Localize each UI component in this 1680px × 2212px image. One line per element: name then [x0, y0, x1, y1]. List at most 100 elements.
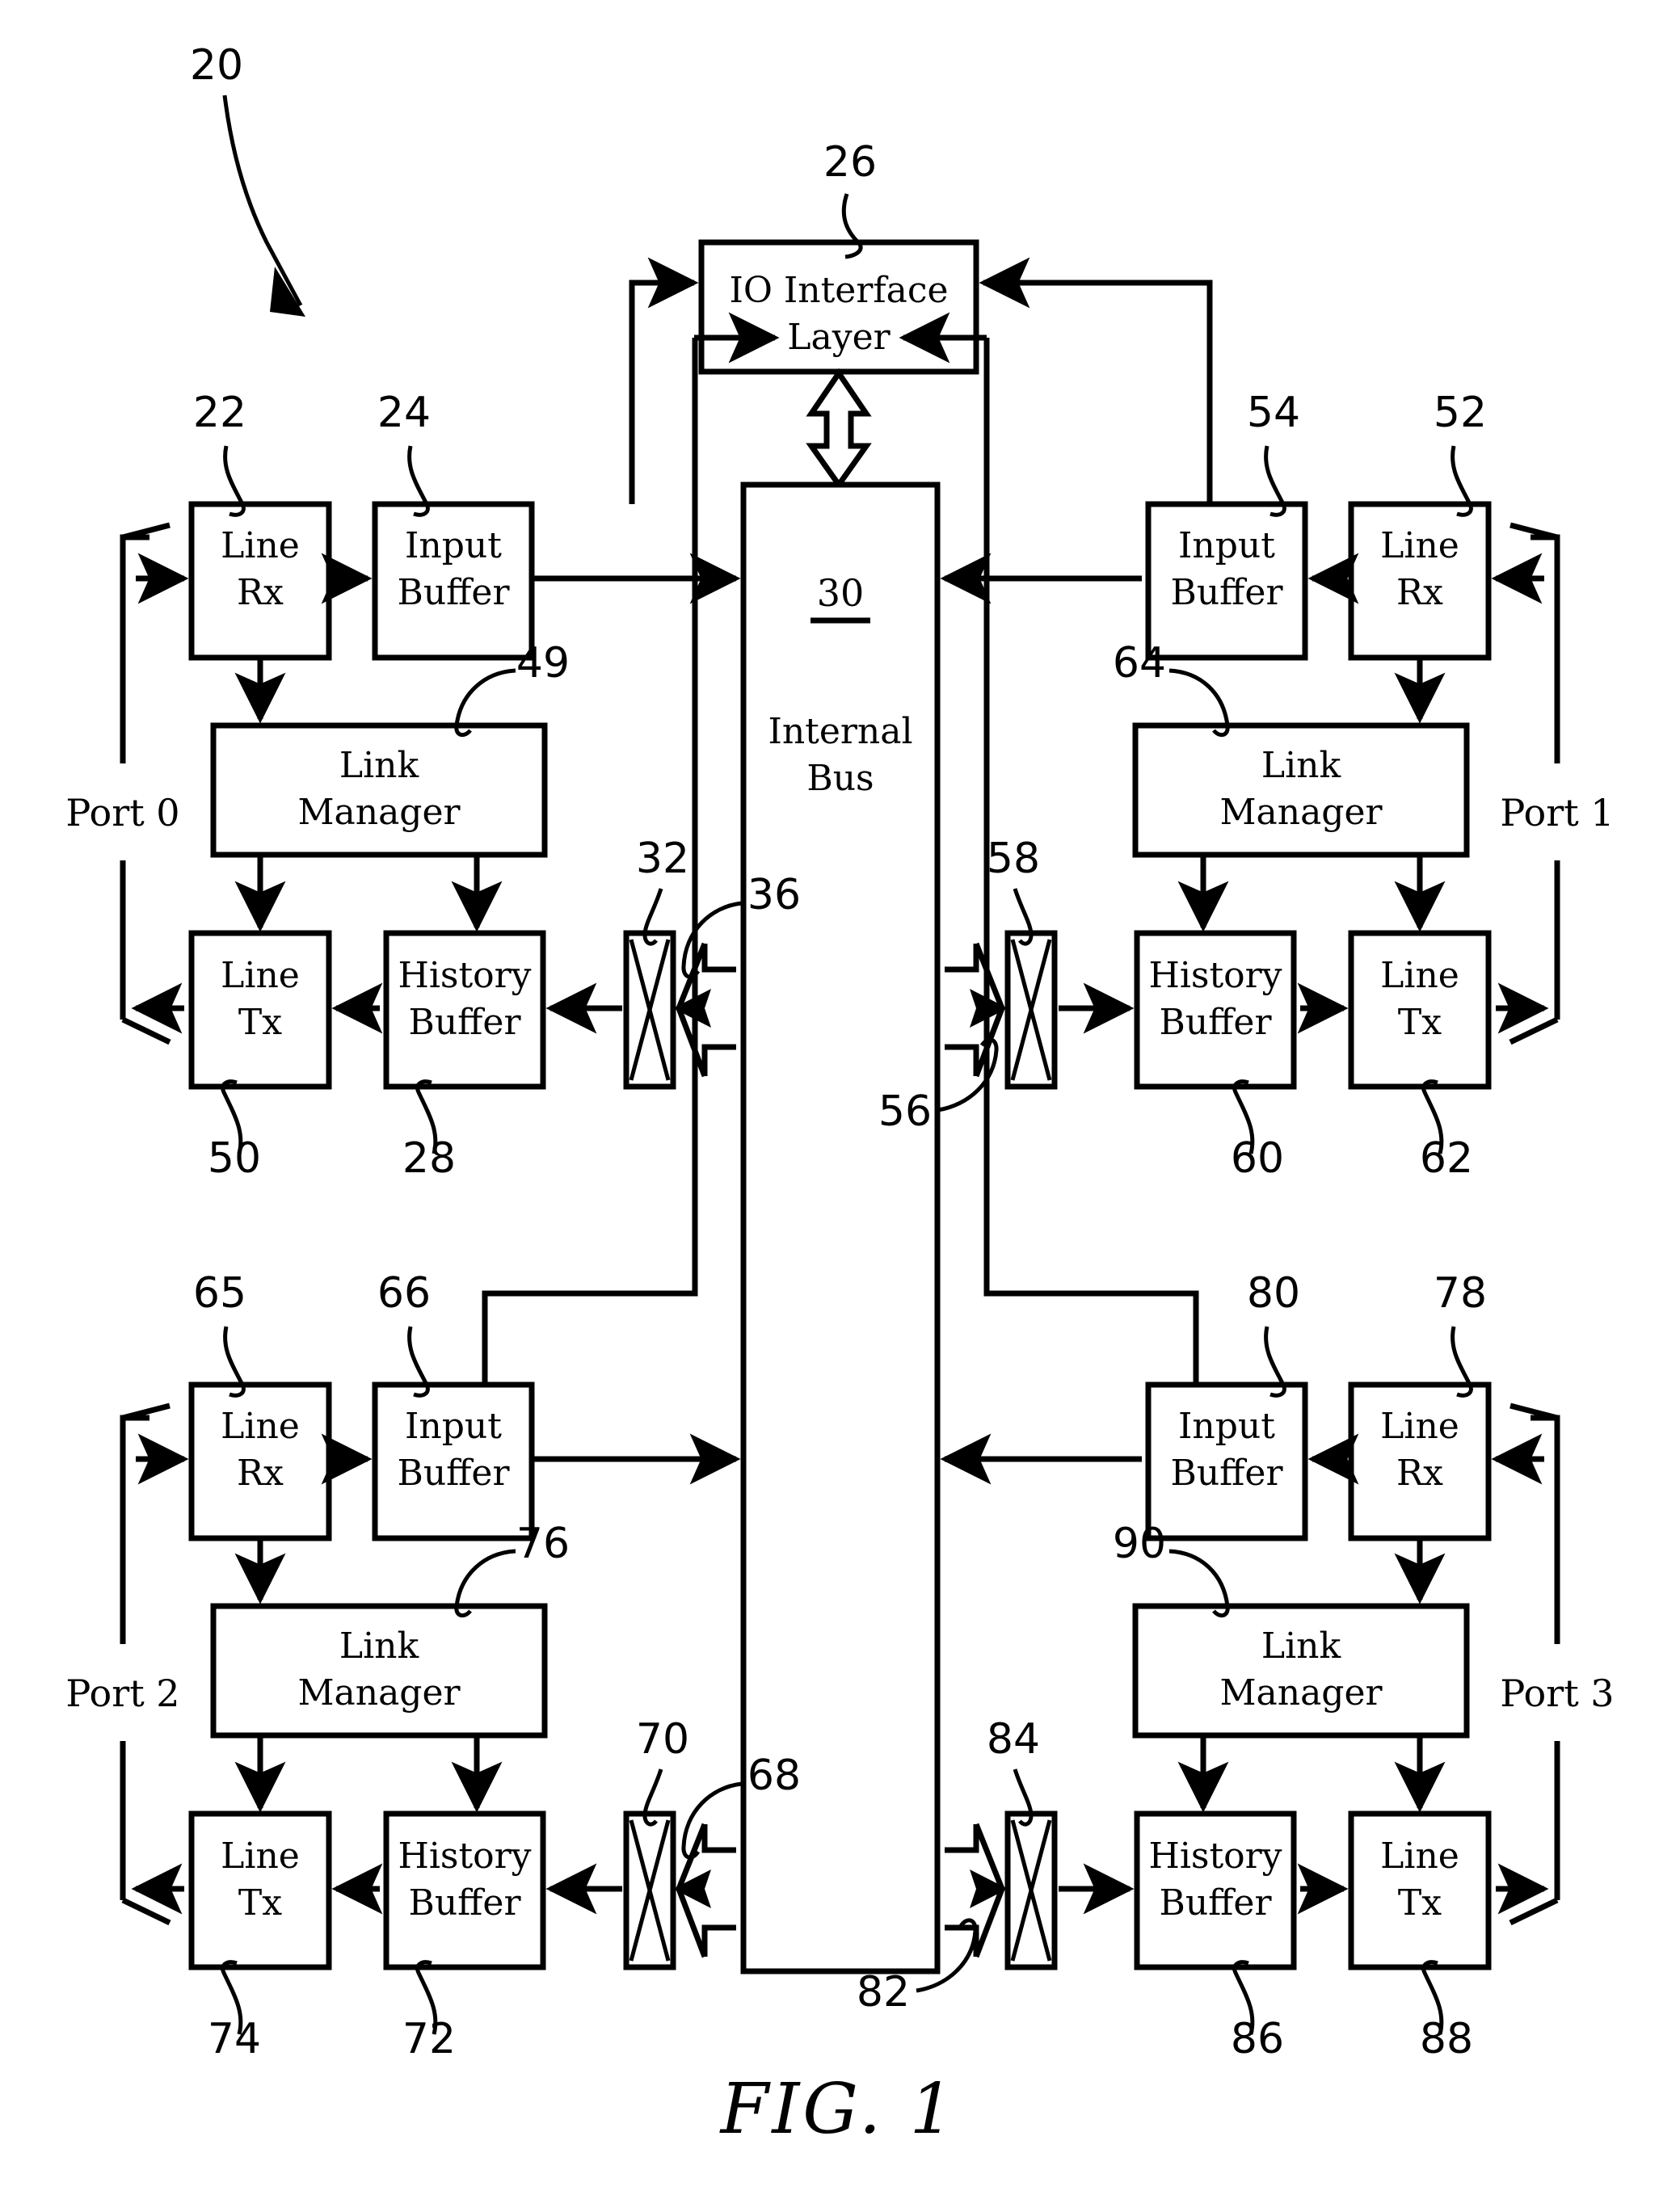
port-0-history-buffer-block: History Buffer 28 [383, 930, 546, 1183]
internal-bus-line2: Bus [806, 758, 874, 799]
port-2-link-manager-line2: Manager [297, 1672, 461, 1714]
port-1-label: Port 1 [1500, 791, 1614, 835]
port-2-line-tx-line1: Line [221, 1836, 300, 1877]
figure-caption: FIG. 1 [719, 2069, 958, 2150]
port-1-bracket: Port 1 [1500, 522, 1615, 1045]
ref-num-28: 28 [402, 1134, 456, 1183]
port-0-link-manager-line2: Manager [297, 792, 461, 833]
port-1-history-line2: Buffer [1159, 1002, 1272, 1043]
internal-bus-block: 30 Internal Bus [740, 482, 941, 1974]
port-1-line-tx-line1: Line [1380, 955, 1459, 996]
port-0-line-rx-line2: Rx [237, 572, 284, 613]
port-3-line-tx-line2: Tx [1398, 1882, 1442, 1924]
port-3-label: Port 3 [1500, 1672, 1614, 1715]
ref-num-68: 68 [747, 1752, 801, 1800]
port-1-input-buffer-line2: Buffer [1170, 572, 1283, 613]
ref-num-32: 32 [636, 835, 689, 883]
ref-num-66: 66 [377, 1269, 431, 1318]
port-2-input-buffer-line2: Buffer [397, 1453, 510, 1494]
ref-num-62: 62 [1420, 1134, 1473, 1183]
port-1-line-tx-block: Line Tx 62 [1348, 930, 1492, 1183]
ref-num-22: 22 [193, 389, 246, 437]
ref-num-24: 24 [377, 389, 431, 437]
port-2-label: Port 2 [65, 1672, 179, 1715]
ref-num-50: 50 [208, 1134, 261, 1183]
ref-num-64: 64 [1113, 639, 1166, 688]
port-2-line-rx-line1: Line [221, 1406, 300, 1447]
port-0-bracket: Port 0 [65, 522, 180, 1045]
io-interface-layer-line1: IO Interface [729, 270, 948, 311]
ref-num-36: 36 [747, 871, 801, 919]
port-3-line-rx-line1: Line [1380, 1406, 1459, 1447]
port-0-input-buffer-line1: Input [405, 525, 502, 566]
port-3-buffer-to-io-wire [899, 312, 1199, 1385]
ref-num-56: 56 [878, 1087, 932, 1136]
ref-num-52: 52 [1434, 389, 1487, 437]
ref-num-84: 84 [987, 1715, 1040, 1764]
port-3-line-rx-block: Line Rx 78 [1348, 1269, 1544, 1541]
port-3-history-line2: Buffer [1159, 1882, 1272, 1924]
port-3-input-buffer-line2: Buffer [1170, 1453, 1283, 1494]
port-1-history-line1: History [1148, 955, 1282, 996]
ref-num-78: 78 [1434, 1269, 1487, 1318]
ref-num-82: 82 [857, 1968, 910, 2016]
port-3-line-tx-line1: Line [1380, 1836, 1459, 1877]
port-0-buffer-to-io-wire [629, 257, 699, 504]
port-2-line-tx-block: Line Tx 74 [188, 1810, 332, 2063]
port-3-line-rx-line2: Rx [1396, 1453, 1443, 1494]
port-2-link-manager-line1: Link [339, 1625, 419, 1667]
port-2-line-rx-block: Line Rx 65 [136, 1269, 332, 1541]
port-0-line-tx-line2: Tx [238, 1002, 282, 1043]
ref-num-70: 70 [636, 1715, 689, 1764]
ref-num-90: 90 [1113, 1520, 1166, 1568]
port-1-link-manager-line1: Link [1261, 745, 1341, 786]
port-2-input-buffer-block: Input Buffer 66 [321, 1269, 535, 1541]
port-3-link-manager-line1: Link [1261, 1625, 1341, 1667]
port-2-link-manager-block: Link Manager 76 [210, 1520, 570, 1739]
ref-num-58: 58 [987, 835, 1040, 883]
port-0-link-manager-line1: Link [339, 745, 419, 786]
ref-num-74: 74 [208, 2015, 261, 2063]
port-3-bracket: Port 3 [1500, 1402, 1615, 1926]
system-reference-20: 20 [190, 41, 305, 317]
port-1-link-manager-block: Link Manager 64 [1113, 639, 1470, 858]
port-2-input-buffer-line1: Input [405, 1406, 502, 1447]
port-3-input-buffer-line1: Input [1178, 1406, 1275, 1447]
port-0-input-buffer-block: Input Buffer 24 [321, 389, 535, 661]
ref-num-76: 76 [516, 1520, 570, 1568]
port-3-input-buffer-block: Input Buffer 80 [1145, 1269, 1359, 1541]
ref-num-72: 72 [402, 2015, 456, 2063]
port-1-line-rx-line2: Rx [1396, 572, 1443, 613]
internal-bus-line1: Internal [768, 711, 912, 752]
ref-num-80: 80 [1247, 1269, 1300, 1318]
ref-num-60: 60 [1231, 1134, 1284, 1183]
port-1-line-tx-line2: Tx [1398, 1002, 1442, 1043]
port-0-line-rx-line1: Line [221, 525, 300, 566]
port-0-line-rx-block: Line Rx 22 [136, 389, 332, 661]
io-bus-bidirectional-arrow [806, 368, 872, 490]
port-0-line-tx-line1: Line [221, 955, 300, 996]
ref-num-54: 54 [1247, 389, 1300, 437]
port-2-history-line1: History [398, 1836, 531, 1877]
patent-figure-1: 20 IO Interface Layer 26 30 Internal Bus… [0, 0, 1680, 2212]
ref-num-65: 65 [193, 1269, 246, 1318]
port-1-input-buffer-block: Input Buffer 54 [1145, 389, 1359, 661]
port-1-buffer-to-io-wire [979, 257, 1213, 504]
port-3-link-manager-line2: Manager [1219, 1672, 1383, 1714]
port-1-line-rx-block: Line Rx 52 [1348, 389, 1544, 661]
ref-num-20: 20 [190, 41, 243, 90]
port-3-line-tx-block: Line Tx 88 [1348, 1810, 1492, 2063]
ref-num-86: 86 [1231, 2015, 1284, 2063]
port-2-line-tx-line2: Tx [238, 1882, 282, 1924]
port-1-line-rx-line1: Line [1380, 525, 1459, 566]
port-1-link-manager-line2: Manager [1219, 792, 1383, 833]
port-0-history-line2: Buffer [408, 1002, 521, 1043]
port-0-input-buffer-line2: Buffer [397, 572, 510, 613]
port-3-history-buffer-block: History Buffer 86 [1134, 1810, 1297, 2063]
port-0-label: Port 0 [65, 791, 179, 835]
port-1-input-buffer-line1: Input [1178, 525, 1275, 566]
port-2-history-line2: Buffer [408, 1882, 521, 1924]
ref-num-88: 88 [1420, 2015, 1473, 2063]
port-2-bracket: Port 2 [65, 1402, 180, 1926]
port-1-history-buffer-block: History Buffer 60 [1134, 930, 1297, 1183]
